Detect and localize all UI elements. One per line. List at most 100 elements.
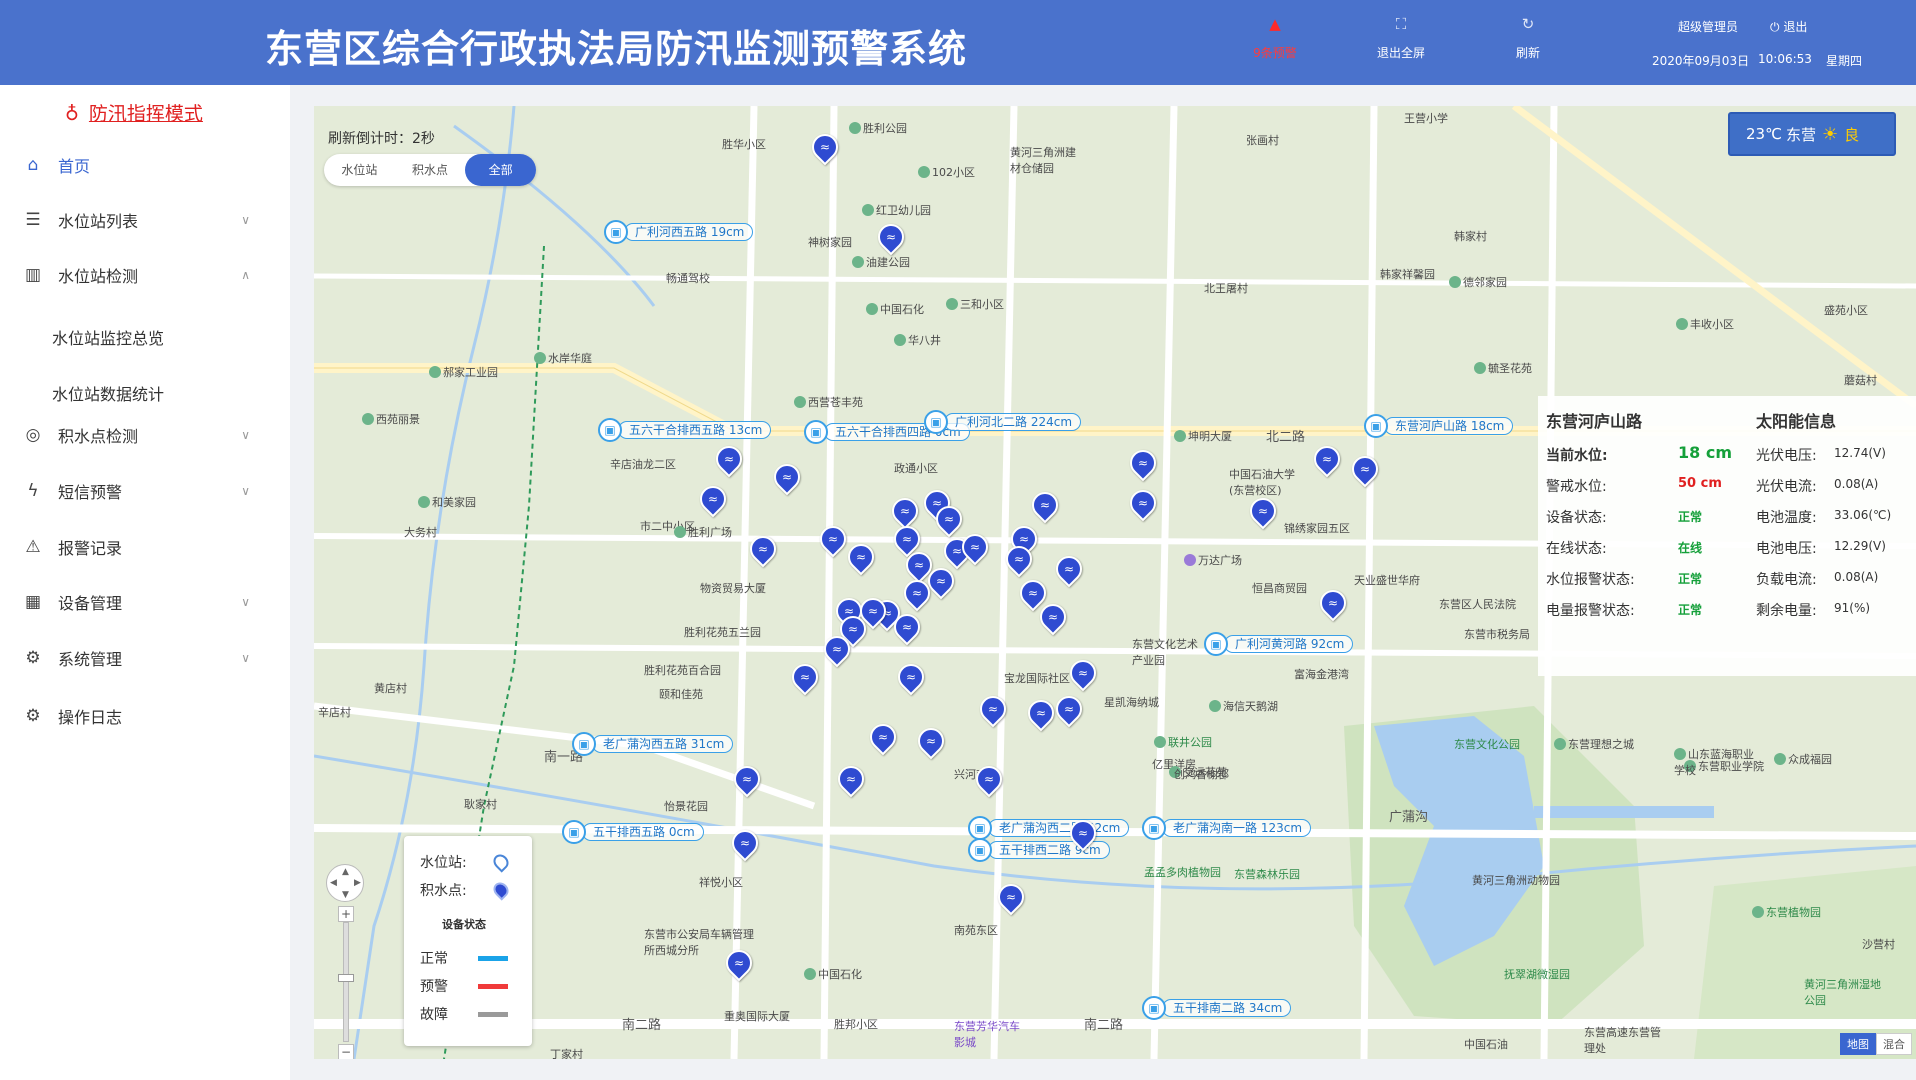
map-type-map-button[interactable]: 地图 xyxy=(1840,1033,1876,1055)
water-station-marker[interactable]: ▣ 老广蒲沟西五路 31cm xyxy=(572,732,734,756)
waterlogging-point-marker[interactable]: ≈ xyxy=(1244,492,1282,530)
sidebar-item-waterlogging[interactable]: ◎ 积水点检测 ∨ xyxy=(20,420,250,450)
waterlogging-point-marker[interactable]: ≈ xyxy=(872,218,910,256)
poi[interactable]: 三和小区 xyxy=(946,296,1004,312)
waterlogging-point-marker[interactable]: ≈ xyxy=(832,760,870,798)
poi[interactable]: 东营区人民法院 xyxy=(1439,596,1535,612)
poi[interactable]: 丰收小区 xyxy=(1676,316,1734,332)
waterlogging-point-marker[interactable]: ≈ xyxy=(912,722,950,760)
sidebar-item-sms-alert[interactable]: ϟ 短信预警 ∨ xyxy=(20,476,250,506)
poi[interactable]: 盛苑小区 xyxy=(1824,302,1868,318)
poi[interactable]: 胜利公园 xyxy=(849,120,907,136)
waterlogging-point-marker[interactable]: ≈ xyxy=(1064,814,1102,852)
map-canvas[interactable]: 南二路 南二路 北二路 南一路 广蒲沟 胜利公园 油建公园 中国石化 三和小区 … xyxy=(314,106,1916,1059)
sidebar-item-home[interactable]: ⌂ 首页 xyxy=(20,150,250,180)
poi[interactable]: 政通小区 xyxy=(894,460,938,476)
poi[interactable]: 华八井 xyxy=(894,332,941,348)
water-station-marker[interactable]: ▣ 老广蒲沟西二路 42cm xyxy=(968,816,1130,840)
poi[interactable]: 星凯海纳城 xyxy=(1104,694,1159,710)
zoom-slider[interactable] xyxy=(343,922,349,1042)
waterlogging-point-marker[interactable]: ≈ xyxy=(922,562,960,600)
poi[interactable]: 张画村 xyxy=(1246,132,1279,148)
poi[interactable]: 黄河三角洲建材仓储园 xyxy=(1010,144,1080,176)
filter-all-button[interactable]: 全部 xyxy=(465,154,537,186)
sidebar-item-station-monitor[interactable]: ▥ 水位站检测 ∧ xyxy=(20,260,250,290)
waterlogging-point-marker[interactable]: ≈ xyxy=(710,440,748,478)
sidebar-item-station-list[interactable]: ☰ 水位站列表 ∨ xyxy=(20,205,250,235)
poi[interactable]: 德邻家园 xyxy=(1449,274,1507,290)
pan-control[interactable]: ▲ ▼ ◀ ▶ xyxy=(326,864,364,902)
poi[interactable]: 韩家祥馨园 xyxy=(1380,266,1435,282)
waterlogging-point-marker[interactable]: ≈ xyxy=(1124,484,1162,522)
poi[interactable]: 东营森林乐园 xyxy=(1234,866,1300,882)
poi[interactable]: 油建公园 xyxy=(852,254,910,270)
poi[interactable]: 祥悦小区 xyxy=(699,874,743,890)
waterlogging-point-marker[interactable]: ≈ xyxy=(814,520,852,558)
alarm-button[interactable]: ▲ 9条预警 xyxy=(1230,14,1320,61)
poi[interactable]: 中国石油大学(东营校区) xyxy=(1229,466,1309,498)
poi[interactable]: 孟孟多肉植物园 xyxy=(1144,864,1221,880)
waterlogging-point-marker[interactable]: ≈ xyxy=(930,500,968,538)
poi[interactable]: 辛店油龙二区 xyxy=(610,456,676,472)
waterlogging-point-marker[interactable]: ≈ xyxy=(970,760,1008,798)
waterlogging-point-marker[interactable]: ≈ xyxy=(1026,486,1064,524)
poi[interactable]: 东营高速东营管理处 xyxy=(1584,1024,1664,1056)
poi[interactable]: 中国石化 xyxy=(866,301,924,317)
waterlogging-point-marker[interactable]: ≈ xyxy=(1050,550,1088,588)
poi[interactable]: 众成福园 xyxy=(1774,751,1832,767)
poi[interactable]: 中国石化 xyxy=(804,966,862,982)
waterlogging-point-marker[interactable]: ≈ xyxy=(864,718,902,756)
waterlogging-point-marker[interactable]: ≈ xyxy=(1022,694,1060,732)
poi[interactable]: 胜利花苑五兰园 xyxy=(684,624,761,640)
poi[interactable]: 东营理想之城 xyxy=(1554,736,1634,752)
poi[interactable]: 中国石油 xyxy=(1464,1036,1508,1052)
waterlogging-point-marker[interactable]: ≈ xyxy=(694,480,732,518)
waterlogging-point-marker[interactable]: ≈ xyxy=(842,538,880,576)
poi[interactable]: 恒昌商贸园 xyxy=(1252,580,1307,596)
waterlogging-point-marker[interactable]: ≈ xyxy=(1308,440,1346,478)
poi[interactable]: 韩家村 xyxy=(1454,228,1487,244)
waterlogging-point-marker[interactable]: ≈ xyxy=(956,528,994,566)
poi[interactable]: 海信天鹅湖 xyxy=(1209,698,1278,714)
waterlogging-point-marker[interactable]: ≈ xyxy=(744,530,782,568)
waterlogging-point-marker[interactable]: ≈ xyxy=(1314,584,1352,622)
poi[interactable]: 宝龙国际社区 xyxy=(1004,670,1070,686)
poi[interactable]: 黄河三角洲湿地公园 xyxy=(1804,976,1884,1008)
water-station-marker[interactable]: ▣ 老广蒲沟南一路 123cm xyxy=(1142,816,1312,840)
waterlogging-point-marker[interactable]: ≈ xyxy=(806,128,844,166)
poi[interactable]: 王营小学 xyxy=(1404,110,1448,126)
poi[interactable]: 沙营村 xyxy=(1862,936,1895,952)
sidebar-subitem-statistics[interactable]: 水位站数据统计 xyxy=(52,381,164,405)
water-station-marker[interactable]: ▣ 广利河北二路 224cm xyxy=(924,410,1082,434)
refresh-button[interactable]: ↻ 刷新 xyxy=(1483,14,1573,61)
user-name[interactable]: 超级管理员 xyxy=(1678,18,1738,35)
poi[interactable]: 蘑菇村 xyxy=(1844,372,1877,388)
zoom-out-button[interactable]: − xyxy=(338,1044,354,1059)
logout-button[interactable]: ⏻ 退出 xyxy=(1770,18,1807,35)
poi[interactable]: 毓圣花苑 xyxy=(1474,360,1532,376)
poi[interactable]: 怡景花园 xyxy=(664,798,708,814)
flood-command-mode-link[interactable]: ♁ 防汛指挥模式 xyxy=(65,99,203,126)
poi[interactable]: 万达广场 xyxy=(1184,552,1242,568)
poi[interactable]: 胜邦小区 xyxy=(834,1016,878,1032)
waterlogging-point-marker[interactable]: ≈ xyxy=(720,944,758,982)
poi[interactable]: 丁家村 xyxy=(550,1046,583,1059)
waterlogging-point-marker[interactable]: ≈ xyxy=(854,592,892,630)
waterlogging-point-marker[interactable]: ≈ xyxy=(892,658,930,696)
poi[interactable]: 辛店村 xyxy=(318,704,351,720)
poi[interactable]: 和美家园 xyxy=(418,494,476,510)
poi[interactable]: 物资贸易大厦 xyxy=(700,580,766,596)
water-station-marker[interactable]: ▣ 五六干合排西五路 13cm xyxy=(598,418,772,442)
poi[interactable]: 红卫幼儿园 xyxy=(862,202,931,218)
poi[interactable]: 郝家工业园 xyxy=(429,364,498,380)
sidebar-item-device-management[interactable]: ▦ 设备管理 ∨ xyxy=(20,587,250,617)
water-station-marker[interactable]: ▣ 东营河庐山路 18cm xyxy=(1364,414,1514,438)
poi[interactable]: 山东蓝海职业学校 xyxy=(1674,746,1754,778)
poi[interactable]: 胜华小区 xyxy=(722,136,766,152)
waterlogging-point-marker[interactable]: ≈ xyxy=(818,630,856,668)
poi[interactable]: 重奥国际大厦 xyxy=(724,1008,790,1024)
filter-waterlogging-button[interactable]: 积水点 xyxy=(395,154,466,186)
waterlogging-point-marker[interactable]: ≈ xyxy=(768,458,806,496)
water-station-marker[interactable]: ▣ 广利河黄河路 92cm xyxy=(1204,632,1354,656)
poi[interactable]: 胜利广场 xyxy=(674,524,732,540)
